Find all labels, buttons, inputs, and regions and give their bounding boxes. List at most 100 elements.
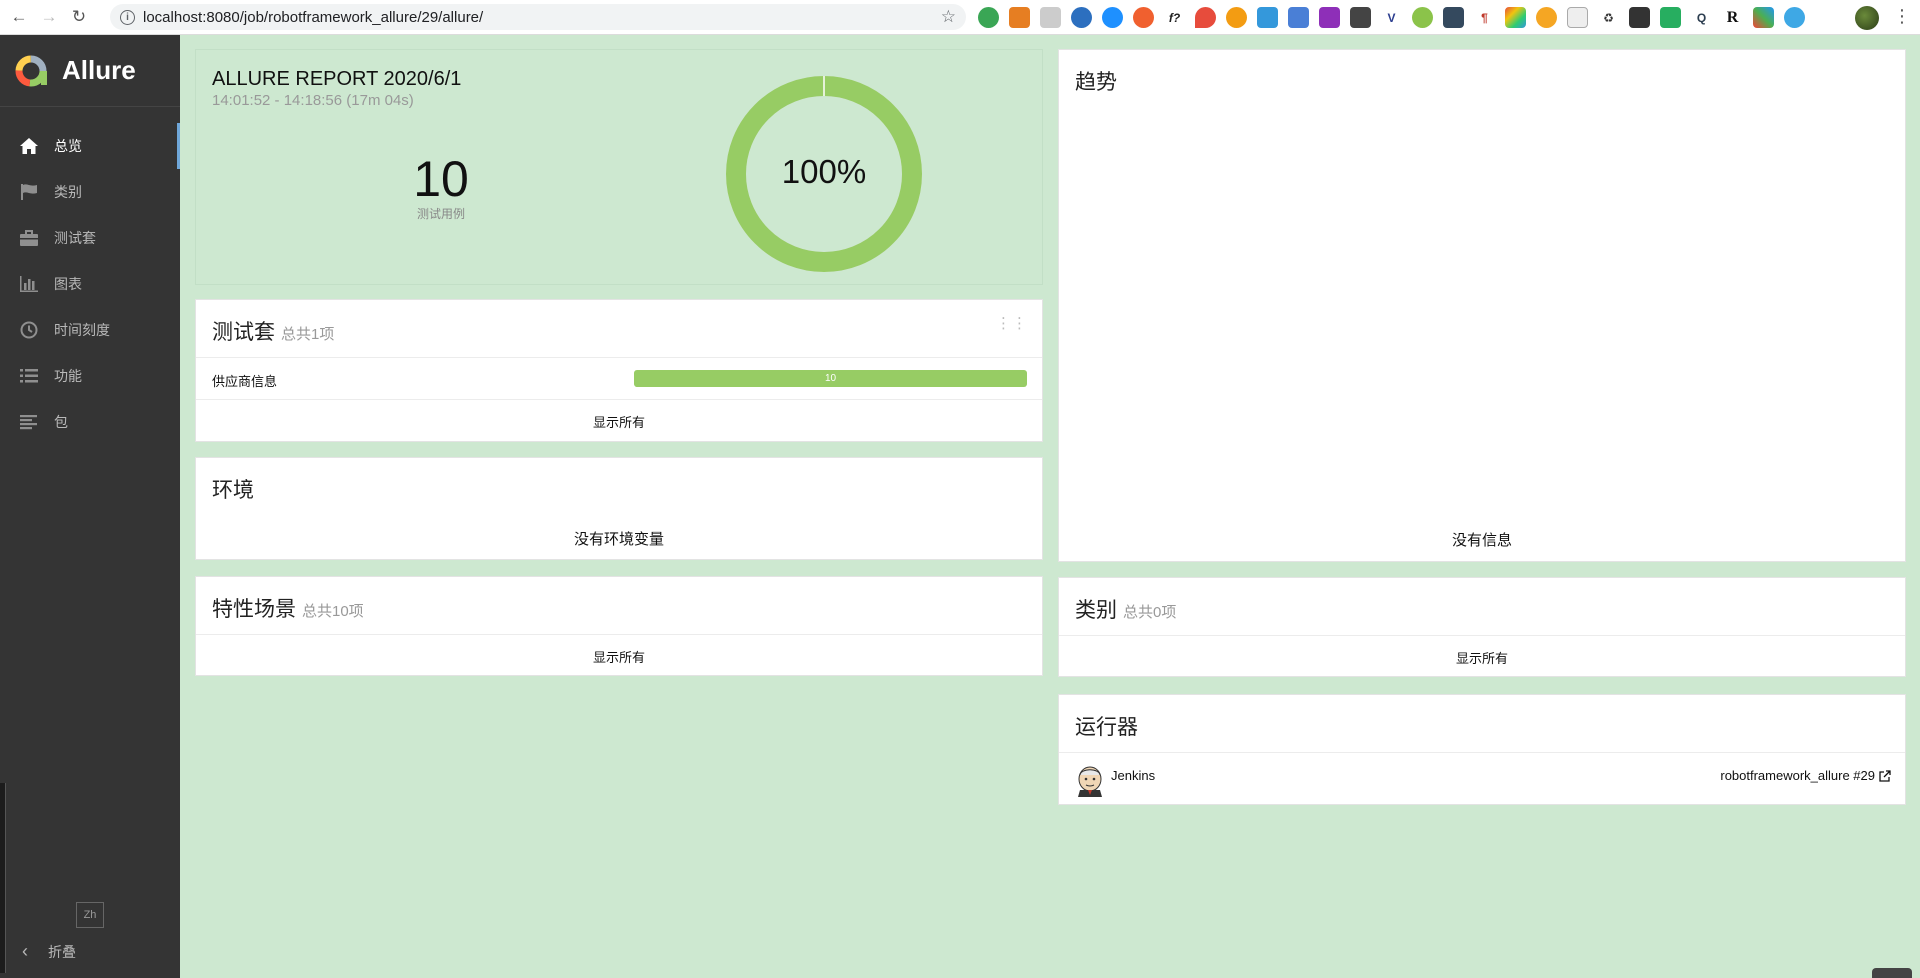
features-show-all-link[interactable]: 显示所有 [196,647,1042,666]
trend-title: 趋势 [1075,71,1117,94]
sidebar-item-graphs[interactable]: 图表 [0,261,180,307]
sidebar-item-label: 测试套 [54,230,96,246]
extension-icon[interactable]: V [1381,7,1402,28]
sidebar-item-behaviors[interactable]: 功能 [0,353,180,399]
home-icon [18,135,40,157]
suite-status-bar[interactable]: 10 [634,370,1027,387]
clock-icon [18,319,40,341]
categories-show-all-link[interactable]: 显示所有 [1059,648,1905,667]
sidebar-item-label: 类别 [54,184,82,200]
site-info-icon[interactable]: i [120,9,135,25]
categories-footer: 显示所有 [1059,635,1905,677]
extension-icon[interactable]: ¶ [1474,7,1495,28]
bar-chart-icon [18,273,40,295]
extension-icon[interactable] [1567,7,1588,28]
align-left-icon [18,411,40,433]
executors-title: 运行器 [1075,716,1138,739]
extension-icons: f? V ¶ ♻ Q R [978,7,1805,28]
sidebar-item-label: 时间刻度 [54,322,110,338]
environment-empty-message: 没有环境变量 [573,531,664,548]
features-header: 特性场景 总共10项 [212,593,364,623]
browser-menu-icon[interactable]: ⋮ [1893,6,1911,27]
extension-icon[interactable] [1629,7,1650,28]
chevron-left-icon: ‹ [22,941,28,961]
sidebar-item-label: 总览 [54,138,82,154]
extension-icon[interactable] [1443,7,1464,28]
jenkins-avatar-icon [1078,766,1102,797]
bookmark-star-icon[interactable]: ☆ [941,7,956,27]
scroll-to-top-button[interactable] [1872,968,1912,978]
test-case-count-label: 测试用例 [416,207,465,221]
suites-show-all-link[interactable]: 显示所有 [196,412,1042,431]
extension-icon[interactable] [1133,7,1154,28]
executor-build-link-text: robotframework_allure #29 [1720,768,1875,783]
sidebar-item-packages[interactable]: 包 [0,399,180,445]
language-button[interactable]: Zh [76,902,104,928]
sidebar-menu: 总览 类别 测试套 图表 时间刻度 功能 包 [0,123,180,445]
trend-widget: 趋势 没有信息 [1058,49,1906,562]
extension-icon[interactable] [1226,7,1247,28]
back-icon[interactable]: ← [8,6,30,28]
report-time-range: 14:01:52 - 14:18:56 (17m 04s) [212,92,414,109]
suites-widget: 测试套 总共1项 ⋮⋮ 供应商信息 10 显示所有 [195,299,1043,442]
sidebar-item-categories[interactable]: 类别 [0,169,180,215]
sidebar-item-label: 图表 [54,276,82,292]
environment-header: 环境 [212,474,254,504]
sidebar-item-suites[interactable]: 测试套 [0,215,180,261]
executor-name: Jenkins [1111,768,1156,783]
sidebar-item-timeline[interactable]: 时间刻度 [0,307,180,353]
extension-icon[interactable] [1505,7,1526,28]
trend-header: 趋势 [1075,66,1117,96]
extension-icon[interactable]: ♻ [1598,7,1619,28]
extension-icon[interactable] [1319,7,1340,28]
features-footer: 显示所有 [196,634,1042,676]
extension-icon[interactable]: f? [1164,7,1185,28]
extension-icon[interactable] [1412,7,1433,28]
external-link-icon [1879,769,1891,782]
sidebar: Allure 总览 类别 测试套 图表 时间刻度 功能 包 Zh ‹ 折叠 [0,35,180,978]
reload-icon[interactable]: ↻ [68,6,90,28]
test-case-count: 10 [413,151,469,207]
categories-subtitle: 总共0项 [1123,604,1177,621]
extension-icon[interactable] [1753,7,1774,28]
report-title: ALLURE REPORT 2020/6/1 [212,68,462,90]
extension-icon[interactable]: Q [1691,7,1712,28]
sidebar-item-overview[interactable]: 总览 [0,123,180,169]
extension-icon[interactable] [1040,7,1061,28]
extension-icon[interactable] [1071,7,1092,28]
extension-icon[interactable] [1257,7,1278,28]
extension-icon[interactable] [1288,7,1309,28]
forward-icon[interactable]: → [38,6,60,28]
profile-avatar[interactable] [1855,6,1879,30]
collapse-label: 折叠 [48,943,76,960]
features-widget: 特性场景 总共10项 显示所有 [195,576,1043,676]
suite-row[interactable]: 供应商信息 10 [196,357,1042,399]
extension-icon[interactable] [1195,7,1216,28]
brand-name: Allure [62,55,136,85]
sidebar-item-label: 包 [54,414,68,430]
list-icon [18,365,40,387]
suites-subtitle: 总共1项 [281,326,335,343]
executors-widget: 运行器 Jenkins robotframework_allure #29 [1058,694,1906,805]
suites-title: 测试套 [212,321,275,344]
extension-icon[interactable] [1660,7,1681,28]
executor-build-link[interactable]: robotframework_allure #29 [1720,768,1891,783]
window-edge [0,783,6,973]
categories-header: 类别 总共0项 [1075,594,1176,624]
drag-handle-icon[interactable]: ⋮⋮ [996,314,1028,332]
brand[interactable]: Allure [0,35,180,107]
executors-header: 运行器 [1075,711,1138,741]
suites-footer: 显示所有 [196,399,1042,441]
extension-icon[interactable] [1784,7,1805,28]
browser-toolbar: ← → ↻ i localhost:8080/job/robotframewor… [0,0,1920,35]
extension-icon[interactable] [978,7,999,28]
extension-icon[interactable] [1350,7,1371,28]
extension-icon[interactable] [1102,7,1123,28]
pass-rate-value: 100% [781,153,867,190]
extension-icon[interactable]: R [1722,7,1743,28]
categories-title: 类别 [1075,599,1117,622]
extension-icon[interactable] [1536,7,1557,28]
address-bar[interactable]: i localhost:8080/job/robotframework_allu… [110,4,966,30]
collapse-button[interactable]: ‹ 折叠 [22,941,76,962]
extension-icon[interactable] [1009,7,1030,28]
